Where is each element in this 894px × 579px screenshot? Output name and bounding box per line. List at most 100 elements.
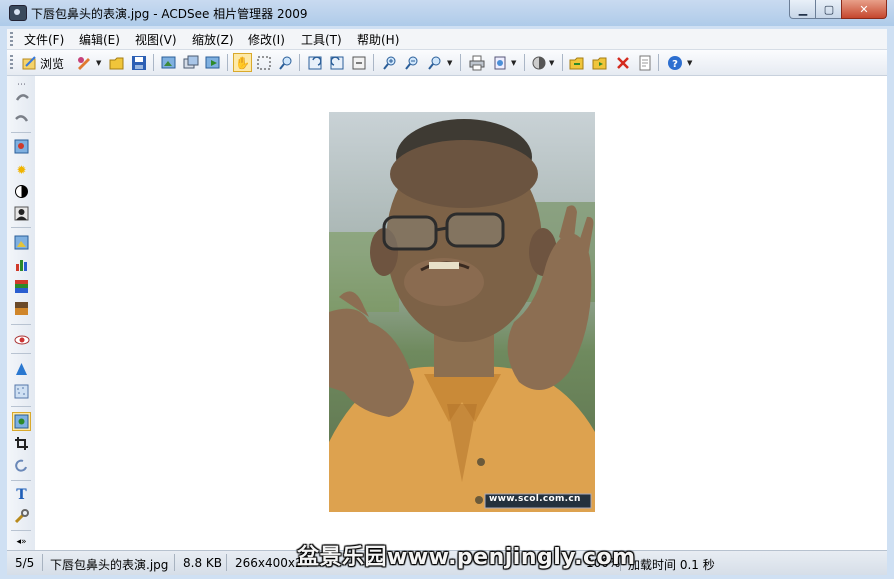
overlay-watermark: 盆景乐园www.penjingly.com — [297, 545, 636, 570]
maximize-button[interactable]: ▢ — [815, 0, 843, 19]
edit-mode-button[interactable] — [12, 412, 31, 431]
gradient-icon — [15, 302, 28, 315]
sharpen-button[interactable] — [13, 361, 30, 378]
auto-rotate-button[interactable] — [350, 54, 367, 71]
status-separator — [42, 554, 43, 571]
menu-view[interactable]: 视图(V) — [135, 31, 177, 48]
status-filesize: 8.8 KB — [183, 556, 222, 570]
red-eye-button[interactable] — [13, 138, 30, 155]
toolbar-separator — [524, 54, 525, 71]
expand-icon: ◂» — [16, 536, 27, 547]
share-dropdown-icon[interactable]: ▼ — [511, 59, 516, 67]
view-dropdown-icon[interactable]: ▼ — [549, 59, 554, 67]
menu-modify[interactable]: 修改(I) — [248, 31, 285, 48]
photo-repair-icon — [14, 235, 29, 250]
zoom-out-button[interactable] — [403, 54, 420, 71]
previous-icon — [569, 57, 583, 69]
photo-image — [329, 112, 595, 512]
toolbar-separator — [658, 54, 659, 71]
photo-watermark: www.scol.com.cn — [489, 494, 581, 504]
help-dropdown-icon[interactable]: ▼ — [687, 59, 692, 67]
toolbar-separator — [562, 54, 563, 71]
rotate-right-icon — [329, 55, 343, 69]
redo-button[interactable] — [13, 109, 30, 126]
browse-label[interactable]: 浏览 — [40, 55, 64, 72]
open-button[interactable] — [108, 54, 125, 71]
minimize-icon: ▁ — [798, 2, 808, 16]
photo-repair-button[interactable] — [13, 234, 30, 251]
menu-tools[interactable]: 工具(T) — [301, 31, 342, 48]
contrast-button[interactable] — [13, 183, 30, 200]
menu-grip[interactable] — [10, 32, 13, 46]
zoom-tool-button[interactable] — [277, 54, 294, 71]
crop-button[interactable] — [13, 435, 30, 452]
help-icon: ? — [667, 55, 682, 70]
browse-icon — [22, 55, 36, 69]
portrait-icon — [14, 206, 29, 221]
gradient-button[interactable] — [13, 300, 30, 317]
rotate-right-button[interactable] — [328, 54, 345, 71]
status-load-time: 加载时间 0.1 秒 — [628, 558, 715, 572]
zoom-dropdown-icon[interactable]: ▼ — [447, 59, 452, 67]
status-bar: 5/5 下唇包鼻头的表演.jpg 8.8 KB 266x400x24 100% … — [7, 545, 887, 575]
levels-button[interactable] — [13, 256, 30, 273]
toolbar-separator — [299, 54, 300, 71]
zoom-tool-icon — [278, 56, 291, 70]
toolbar-separator — [460, 54, 461, 71]
redo-icon — [14, 114, 28, 122]
edit-button[interactable] — [75, 54, 92, 71]
menu-file[interactable]: 文件(F) — [24, 31, 64, 48]
toolbar-grip[interactable] — [10, 55, 13, 70]
noise-button[interactable] — [13, 383, 30, 400]
browse-button[interactable] — [21, 54, 38, 71]
properties-button[interactable] — [636, 54, 653, 71]
next-button[interactable] — [591, 54, 608, 71]
previous-button[interactable] — [568, 54, 585, 71]
color-balance-button[interactable] — [13, 278, 30, 295]
print-button[interactable] — [468, 54, 485, 71]
zoom-menu-button[interactable] — [426, 54, 443, 71]
text-button[interactable]: T — [13, 486, 30, 503]
menu-zoom[interactable]: 缩放(Z) — [192, 31, 234, 48]
toolbar-separator — [227, 54, 228, 71]
rotate-icon — [15, 459, 27, 472]
levels-icon — [16, 260, 27, 271]
app-icon[interactable] — [9, 5, 27, 21]
zoom-in-button[interactable] — [381, 54, 398, 71]
menu-help[interactable]: 帮助(H) — [357, 31, 399, 48]
image-canvas[interactable]: www.scol.com.cn — [35, 76, 887, 550]
minimize-button[interactable]: ▁ — [789, 0, 817, 19]
red-eye-reduction-button[interactable] — [13, 331, 30, 348]
batch-button[interactable] — [182, 54, 199, 71]
share-button[interactable] — [491, 54, 508, 71]
view-mode-button[interactable] — [530, 54, 547, 71]
sidebar-separator — [11, 132, 31, 133]
help-button[interactable]: ? — [666, 54, 683, 71]
delete-button[interactable] — [614, 54, 631, 71]
sidebar-separator — [11, 324, 31, 325]
batch-icon — [183, 55, 198, 68]
light-button[interactable]: ✹ — [13, 161, 30, 178]
edit-dropdown-icon[interactable]: ▼ — [96, 59, 101, 67]
rotate-left-button[interactable] — [306, 54, 323, 71]
share-icon — [494, 56, 505, 69]
expand-button[interactable]: ◂» — [13, 533, 30, 550]
zoom-out-icon — [404, 56, 417, 70]
portrait-button[interactable] — [13, 205, 30, 222]
import-button[interactable] — [160, 54, 177, 71]
rotate-left-icon — [308, 55, 322, 69]
toolbar: 浏览 ▼ ✋ ▼ ▼ ▼ ? ▼ — [7, 50, 887, 76]
save-button[interactable] — [130, 54, 147, 71]
window-title: 下唇包鼻头的表演.jpg - ACDSee 相片管理器 2009 — [31, 7, 308, 21]
undo-button[interactable] — [13, 88, 30, 105]
tools-button[interactable] — [13, 508, 30, 525]
export-button[interactable] — [204, 54, 221, 71]
open-folder-icon — [109, 57, 123, 69]
rotate-tool-button[interactable] — [13, 457, 30, 474]
status-separator — [226, 554, 227, 571]
select-tool-button[interactable] — [255, 54, 272, 71]
menu-edit[interactable]: 编辑(E) — [79, 31, 120, 48]
photo[interactable]: www.scol.com.cn — [329, 112, 595, 512]
close-button[interactable]: ✕ — [841, 0, 887, 19]
hand-tool-button[interactable]: ✋ — [233, 53, 252, 72]
